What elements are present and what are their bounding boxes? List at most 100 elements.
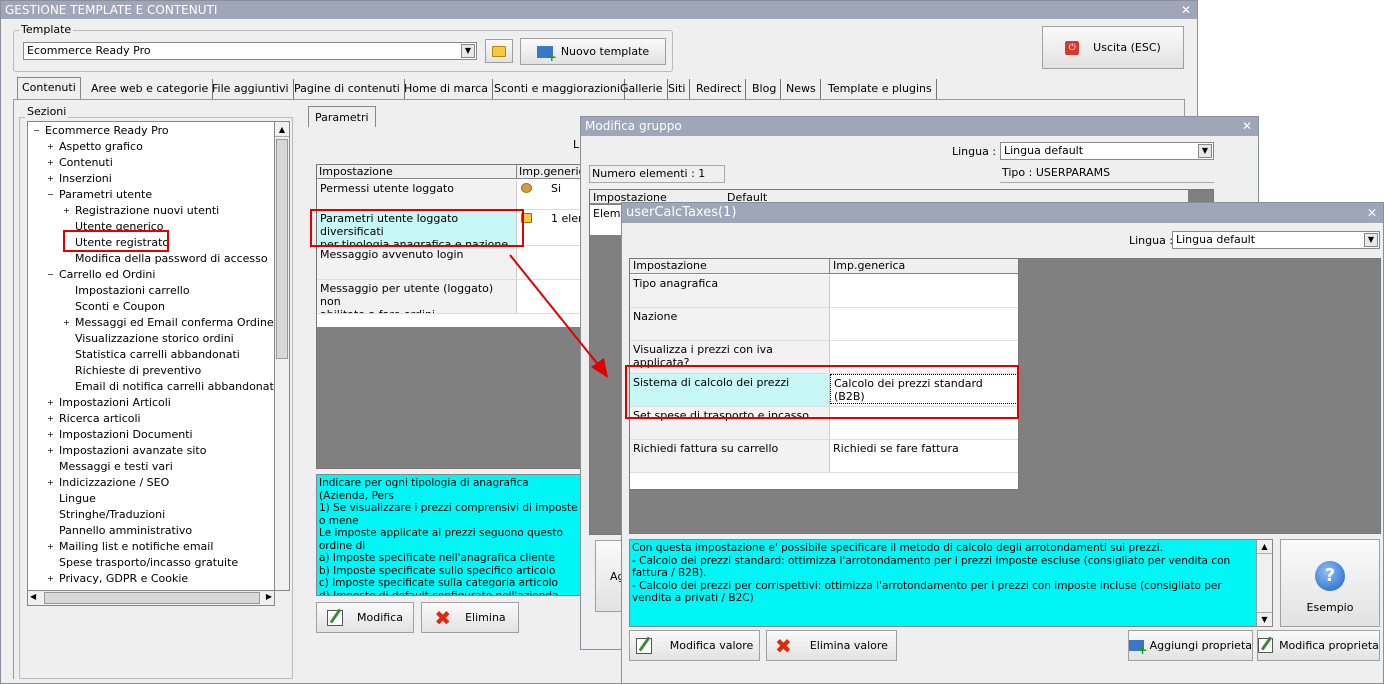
tree-item[interactable]: + Privacy, GDPR e Cookie <box>46 572 188 586</box>
chevron-down-icon[interactable]: ▼ <box>461 44 475 58</box>
scroll-down-icon[interactable]: ▼ <box>1257 612 1272 626</box>
close-icon[interactable]: ✕ <box>1367 203 1377 223</box>
tab-3[interactable]: Pagine di contenuti <box>290 79 405 99</box>
tab-9[interactable]: Blog <box>748 79 782 99</box>
tree-item[interactable]: + Registrazione nuovi utenti <box>62 204 219 218</box>
tree-item[interactable]: Visualizzazione storico ordini <box>62 332 234 346</box>
expand-icon[interactable]: + <box>46 158 55 168</box>
scroll-left-icon[interactable]: ◀ <box>30 592 36 601</box>
modify-property-button[interactable]: Modifica proprieta <box>1257 630 1380 661</box>
expand-icon[interactable]: + <box>46 478 55 488</box>
tree-item[interactable]: Email di notifica carrelli abbandonati <box>62 380 274 394</box>
tree-item-label: Inserzioni <box>59 172 112 185</box>
tree-item[interactable]: Lingue <box>46 492 96 506</box>
tree-item-label: Contenuti <box>59 156 113 169</box>
expand-icon[interactable]: + <box>46 414 55 424</box>
modify-button[interactable]: Modifica <box>316 602 414 633</box>
tab-5[interactable]: Sconti e maggiorazioni <box>490 79 625 99</box>
tree-item[interactable]: Spese trasporto/incasso gratuite <box>46 556 238 570</box>
group-lingua-select[interactable]: Lingua default ▼ <box>1000 142 1214 160</box>
collapse-icon[interactable]: − <box>46 270 55 280</box>
scroll-up-icon[interactable]: ▲ <box>1257 540 1272 554</box>
params-info-box: Indicare per ogni tipologia di anagrafic… <box>316 474 584 596</box>
chevron-down-icon[interactable]: ▼ <box>1364 233 1378 247</box>
tree-item[interactable]: − Parametri utente <box>46 188 152 202</box>
tree-item[interactable]: + Impostazioni Articoli <box>46 396 171 410</box>
scroll-right-icon[interactable]: ▶ <box>266 592 272 601</box>
tab-11[interactable]: Template e plugins <box>824 79 937 99</box>
tree-item-label: Statistica carrelli abbandonati <box>75 348 240 361</box>
tree-item-label: Carrello ed Ordini <box>59 268 156 281</box>
tree-item[interactable]: + Ricerca articoli <box>46 412 140 426</box>
tree-item[interactable]: Pannello amministrativo <box>46 524 192 538</box>
tab-8[interactable]: Redirect <box>692 79 747 99</box>
tree-item[interactable]: + Aspetto grafico <box>46 140 143 154</box>
calc-info-scrollbar[interactable]: ▲ ▼ <box>1256 540 1272 626</box>
add-property-button[interactable]: + Aggiungi proprieta <box>1128 630 1253 661</box>
example-button[interactable]: ? Esempio <box>1280 539 1380 627</box>
tree-item[interactable]: Statistica carrelli abbandonati <box>62 348 240 362</box>
exit-button[interactable]: ⏻ Uscita (ESC) <box>1042 26 1184 69</box>
edit-icon <box>327 608 343 626</box>
close-icon[interactable]: ✕ <box>1242 117 1252 136</box>
tree-item[interactable]: + Mailing list e notifiche email <box>46 540 213 554</box>
expand-icon[interactable]: + <box>46 542 55 552</box>
delete-value-button[interactable]: ✖ Elimina valore <box>766 630 897 661</box>
scroll-up-icon[interactable]: ▲ <box>275 122 289 137</box>
tree-item[interactable]: Impostazioni carrello <box>62 284 190 298</box>
tab-10[interactable]: News <box>782 79 821 99</box>
template-select[interactable]: Ecommerce Ready Pro ▼ <box>23 42 477 60</box>
tree-item[interactable]: Stringhe/Traduzioni <box>46 508 165 522</box>
tree-item[interactable]: + Impostazioni avanzate sito <box>46 444 206 458</box>
tree-vscrollbar[interactable]: ▲ <box>274 121 290 591</box>
expand-icon[interactable]: + <box>46 174 55 184</box>
tree-hscrollbar[interactable]: ◀ ▶ <box>27 590 275 606</box>
close-icon[interactable]: ✕ <box>1181 1 1191 19</box>
open-folder-button[interactable] <box>485 39 513 63</box>
calc-row-value <box>830 275 1018 307</box>
expand-icon[interactable]: + <box>46 142 55 152</box>
tree-item[interactable]: Richieste di preventivo <box>62 364 201 378</box>
expand-icon[interactable]: + <box>46 446 55 456</box>
expand-icon[interactable]: + <box>46 430 55 440</box>
calc-lingua-select[interactable]: Lingua default ▼ <box>1172 231 1380 249</box>
hscroll-thumb[interactable] <box>44 592 260 604</box>
chevron-down-icon[interactable]: ▼ <box>1198 144 1212 158</box>
delete-button[interactable]: ✖ Elimina <box>421 602 519 633</box>
group-tipo: Tipo : USERPARAMS <box>1000 165 1214 183</box>
tree-item[interactable]: + Inserzioni <box>46 172 112 186</box>
tree-item[interactable]: Sconti e Coupon <box>62 300 165 314</box>
tab-6[interactable]: Gallerie <box>616 79 668 99</box>
tree-item[interactable]: + Messaggi ed Email conferma Ordine <box>62 316 274 330</box>
expand-icon[interactable]: + <box>62 206 71 216</box>
modify-value-button[interactable]: Modifica valore <box>629 630 760 661</box>
expand-icon[interactable]: + <box>46 398 55 408</box>
tab-7[interactable]: Siti <box>664 79 691 99</box>
tree-item[interactable]: + Contenuti <box>46 156 113 170</box>
collapse-icon[interactable]: − <box>46 190 55 200</box>
tree-item[interactable]: Modifica della password di accesso <box>62 252 268 266</box>
calc-lingua-label: Lingua : <box>1129 234 1174 247</box>
tab-0[interactable]: Contenuti <box>17 77 81 99</box>
tab-1[interactable]: Aree web e categorie <box>87 79 214 99</box>
calc-row-value <box>830 308 1018 340</box>
tree-item-label: Impostazioni avanzate sito <box>59 444 207 457</box>
tree-item[interactable]: Messaggi e testi vari <box>46 460 173 474</box>
tab-parametri[interactable]: Parametri <box>308 106 376 127</box>
expand-icon[interactable]: + <box>62 318 71 328</box>
expand-icon[interactable]: + <box>46 574 55 584</box>
calc-row[interactable]: Tipo anagrafica <box>630 275 1018 308</box>
params-row[interactable]: Permessi utente loggato Si <box>317 180 583 210</box>
calc-row[interactable]: Nazione <box>630 308 1018 341</box>
new-template-button[interactable]: + Nuovo template <box>520 38 666 65</box>
tab-2[interactable]: File aggiuntivi <box>208 79 294 99</box>
template-select-value: Ecommerce Ready Pro <box>27 44 151 57</box>
tree-item[interactable]: − Ecommerce Ready Pro <box>32 124 168 138</box>
tree-item[interactable]: + Impostazioni Documenti <box>46 428 192 442</box>
tree-item[interactable]: − Carrello ed Ordini <box>46 268 155 282</box>
collapse-icon[interactable]: − <box>32 126 41 136</box>
calc-row[interactable]: Richiedi fattura su carrello Richiedi se … <box>630 440 1018 473</box>
tab-4[interactable]: Home di marca <box>400 79 494 99</box>
tree-item[interactable]: + Indicizzazione / SEO <box>46 476 169 490</box>
scroll-thumb[interactable] <box>276 139 288 359</box>
